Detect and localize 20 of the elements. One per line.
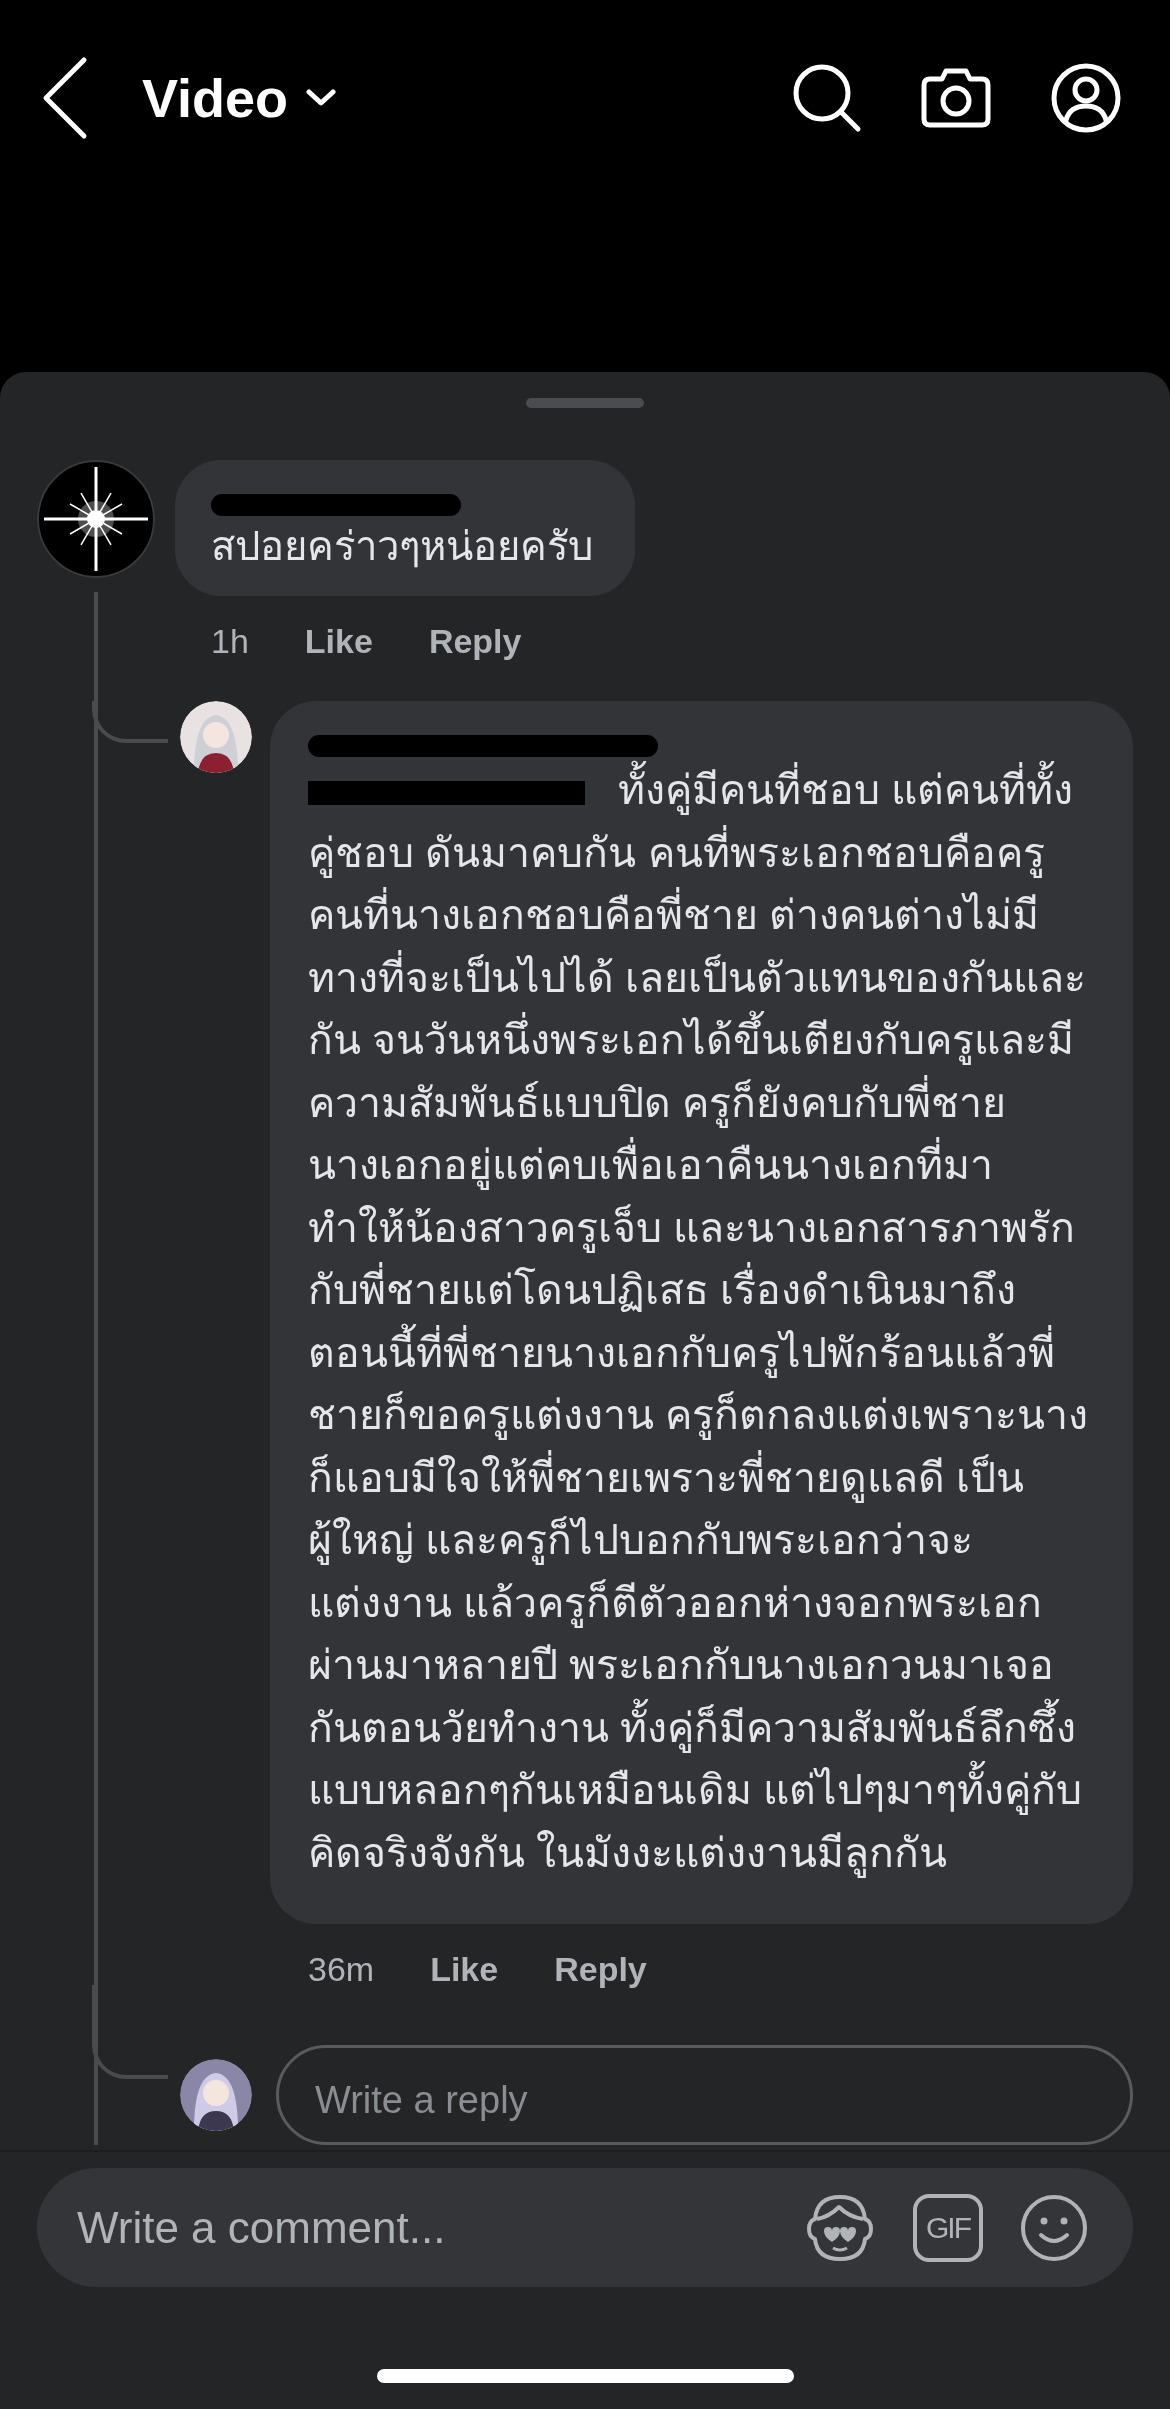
search-icon[interactable]: [792, 63, 862, 133]
comment-time: 36m: [308, 1950, 375, 1989]
like-link[interactable]: Like: [304, 622, 373, 661]
reply-link[interactable]: Reply: [554, 1950, 647, 1989]
comment-field[interactable]: Write a comment...: [75, 2201, 767, 2254]
comment-text: สปอยคร่าวๆหน่อยครับ: [211, 523, 593, 570]
drag-handle[interactable]: [526, 398, 644, 408]
avatar[interactable]: [180, 701, 252, 773]
camera-icon[interactable]: [920, 67, 992, 129]
chevron-down-icon[interactable]: [306, 89, 337, 107]
like-link[interactable]: Like: [430, 1950, 499, 1989]
gif-button[interactable]: GIF: [913, 2193, 983, 2262]
comment-time: 1h: [211, 622, 249, 661]
avatar[interactable]: [180, 2059, 252, 2131]
page-title[interactable]: Video: [142, 67, 289, 129]
reply-field[interactable]: Write a reply: [276, 2045, 1133, 2145]
reply-link[interactable]: Reply: [428, 622, 522, 661]
emoji-icon[interactable]: [1019, 2192, 1089, 2263]
profile-icon[interactable]: [1050, 62, 1122, 134]
comment-bar[interactable]: Write a comment... GIF: [37, 2168, 1133, 2287]
